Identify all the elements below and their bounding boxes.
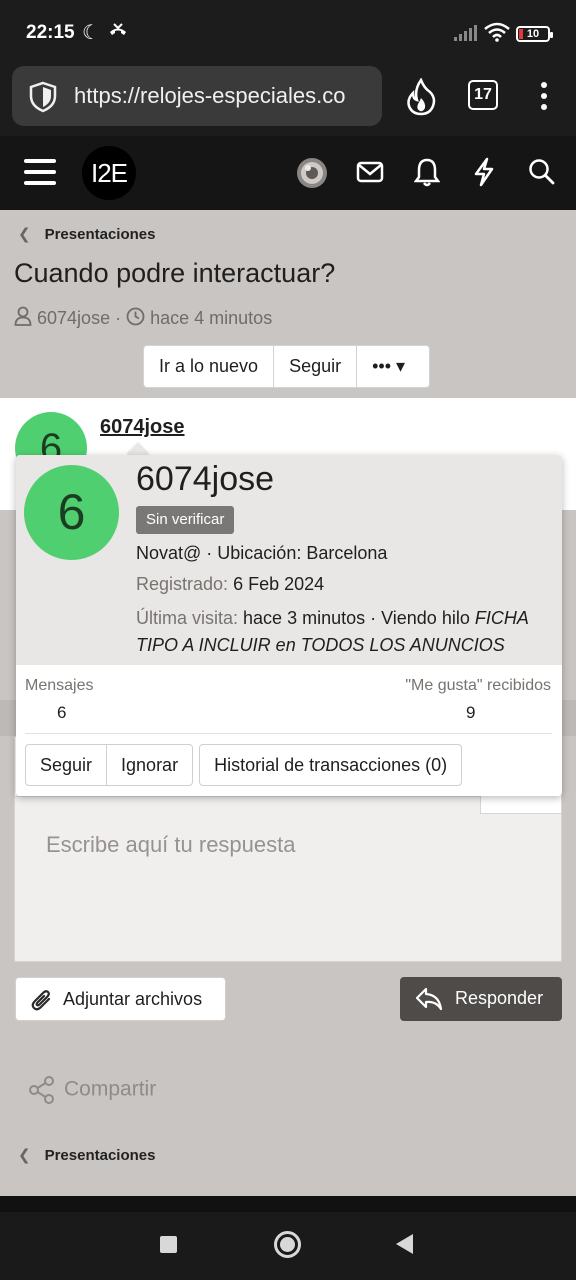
registered-label: Registrado: [136, 574, 229, 594]
wifi-icon [484, 22, 510, 47]
paperclip-icon [31, 990, 51, 1011]
bolt-icon[interactable] [472, 157, 496, 192]
user-avatar-icon[interactable] [296, 157, 328, 194]
go-to-new-button[interactable]: Ir a lo nuevo [144, 346, 275, 387]
post-username[interactable]: 6074jose [100, 416, 185, 439]
overflow-menu-icon[interactable] [530, 76, 558, 116]
registered-value: 6 Feb 2024 [233, 574, 325, 594]
status-badge: Sin verificar [136, 506, 235, 534]
browser-toolbar: https://relojes-especiales.co 17 [0, 60, 576, 136]
last-seen-value: hace 3 minutos · Viendo hilo [243, 608, 470, 628]
thread-title: Cuando podre interactuar? [14, 258, 336, 288]
more-options-button[interactable]: ••• ▾ [357, 346, 429, 387]
status-bar: 22:15 ☾ 10 [0, 0, 576, 60]
member-avatar[interactable]: 6 [24, 465, 119, 560]
clock-icon [126, 307, 150, 330]
member-name[interactable]: 6074jose [136, 460, 274, 499]
caret-down-icon: ▾ [396, 356, 406, 376]
transaction-history-button[interactable]: Historial de transacciones (0) [199, 744, 463, 786]
last-seen-label: Última visita: [136, 608, 239, 628]
ignore-member-button[interactable]: Ignorar [107, 744, 194, 786]
bell-icon[interactable] [413, 157, 441, 192]
status-time: 22:15 [26, 22, 75, 43]
reply-submit-button[interactable]: Responder [400, 977, 562, 1021]
url-text[interactable]: https://relojes-especiales.co [74, 83, 345, 109]
messages-count[interactable]: 6 [57, 703, 66, 723]
attach-files-label: Adjuntar archivos [63, 989, 203, 1009]
breadcrumb-bottom[interactable]: ❮ Presentaciones [18, 1146, 155, 1164]
system-nav-bar [0, 1212, 576, 1280]
hamburger-menu-icon[interactable] [24, 158, 56, 186]
site-logo[interactable]: I2E [82, 146, 136, 200]
member-registered: Registrado: 6 Feb 2024 [136, 574, 324, 595]
breadcrumb[interactable]: ❮ Presentaciones [18, 225, 155, 243]
envelope-icon[interactable] [356, 160, 384, 189]
more-dots-icon: ••• [372, 356, 391, 376]
back-icon[interactable] [396, 1234, 413, 1254]
breadcrumb-bottom-label[interactable]: Presentaciones [45, 1147, 156, 1164]
chevron-left-icon: ❮ [18, 1147, 31, 1164]
share-label: Compartir [64, 1077, 157, 1101]
breadcrumb-label[interactable]: Presentaciones [45, 226, 156, 243]
battery-indicator: 10 [516, 26, 553, 42]
member-tooltip: 6 6074jose Sin verificar Novat@ · Ubicac… [16, 455, 562, 796]
shield-icon[interactable] [28, 81, 58, 118]
missed-call-icon [108, 22, 128, 43]
member-last-seen: Última visita: hace 3 minutos · Viendo h… [136, 605, 556, 659]
recents-icon[interactable] [160, 1236, 177, 1253]
share-icon [29, 1076, 54, 1104]
divider [25, 733, 552, 734]
home-icon[interactable] [274, 1231, 301, 1258]
likes-label: "Me gusta" recibidos [405, 677, 551, 694]
signal-icon [454, 24, 478, 47]
thread-author[interactable]: 6074jose [37, 308, 110, 328]
moon-icon: ☾ [82, 22, 100, 44]
address-bar[interactable]: https://relojes-especiales.co [12, 66, 382, 126]
site-header: I2E [0, 136, 576, 210]
reply-placeholder[interactable]: Escribe aquí tu respuesta [46, 832, 295, 858]
share-button[interactable]: Compartir [28, 1075, 156, 1105]
tab-counter[interactable]: 17 [468, 80, 498, 110]
reply-submit-label: Responder [455, 988, 544, 1008]
follow-member-button[interactable]: Seguir [25, 744, 108, 786]
follow-thread-button[interactable]: Seguir [274, 346, 358, 387]
likes-count: 9 [466, 703, 476, 722]
messages-label: Mensajes [25, 677, 94, 694]
attach-files-button[interactable]: Adjuntar archivos [15, 977, 226, 1021]
thread-time[interactable]: hace 4 minutos [150, 308, 272, 328]
user-icon [14, 306, 37, 330]
reply-arrow-icon [415, 987, 443, 1011]
search-icon[interactable] [528, 158, 556, 191]
member-role-location: Novat@ · Ubicación: Barcelona [136, 543, 388, 563]
thread-actions: Ir a lo nuevo Seguir ••• ▾ [143, 345, 431, 388]
member-actions: Seguir Ignorar Historial de transaccione… [25, 744, 463, 786]
flame-icon[interactable] [404, 77, 438, 121]
reply-textarea[interactable] [14, 796, 562, 962]
page-footer-strip [0, 1196, 576, 1212]
chevron-left-icon: ❮ [18, 226, 31, 243]
thread-meta: 6074jose · hace 4 minutos [14, 306, 272, 331]
